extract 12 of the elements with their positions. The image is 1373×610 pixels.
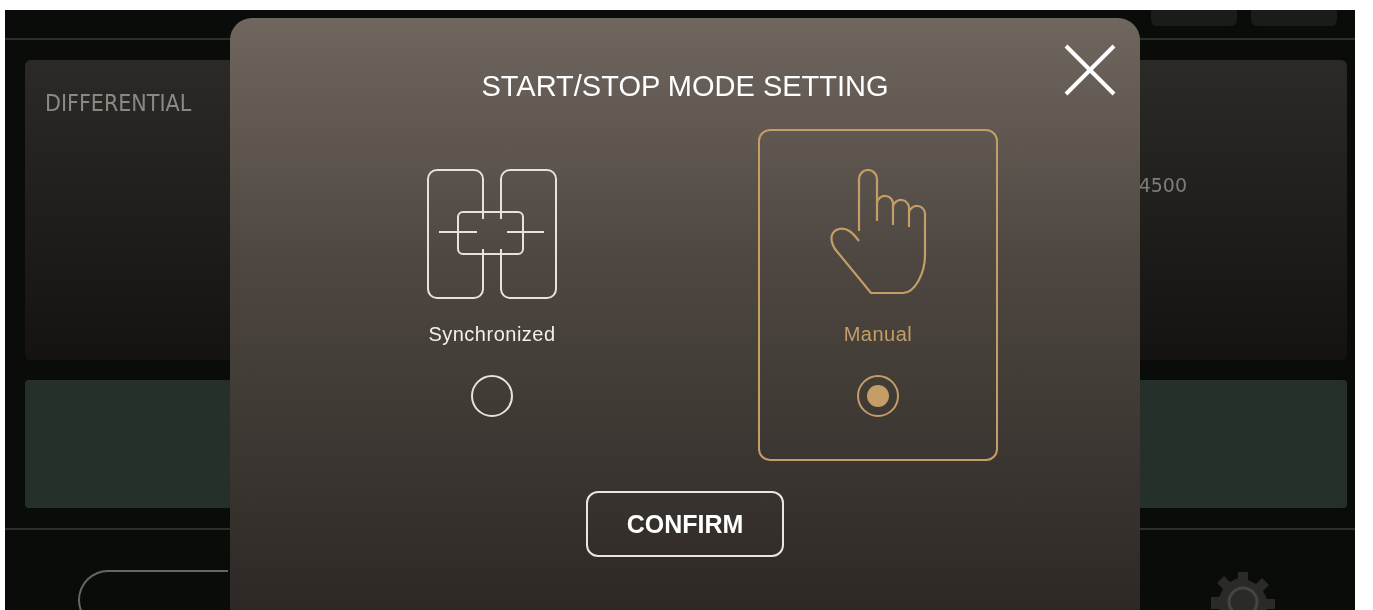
option-label: Manual [843,323,913,346]
close-icon [1064,44,1116,96]
mode-option[interactable]: Manual [758,129,998,461]
radio-button[interactable] [856,374,900,418]
card-title: DIFFERENTIAL [44,89,192,116]
close-button[interactable] [1064,44,1116,96]
card-value: 4500 [1138,174,1187,196]
dialog-title: START/STOP MODE SETTING [480,70,890,103]
mode-option[interactable]: Synchronized [372,129,612,461]
coupled-doors-icon [427,169,557,299]
confirm-button[interactable]: CONFIRM [586,491,784,557]
option-label: Synchronized [428,323,556,346]
